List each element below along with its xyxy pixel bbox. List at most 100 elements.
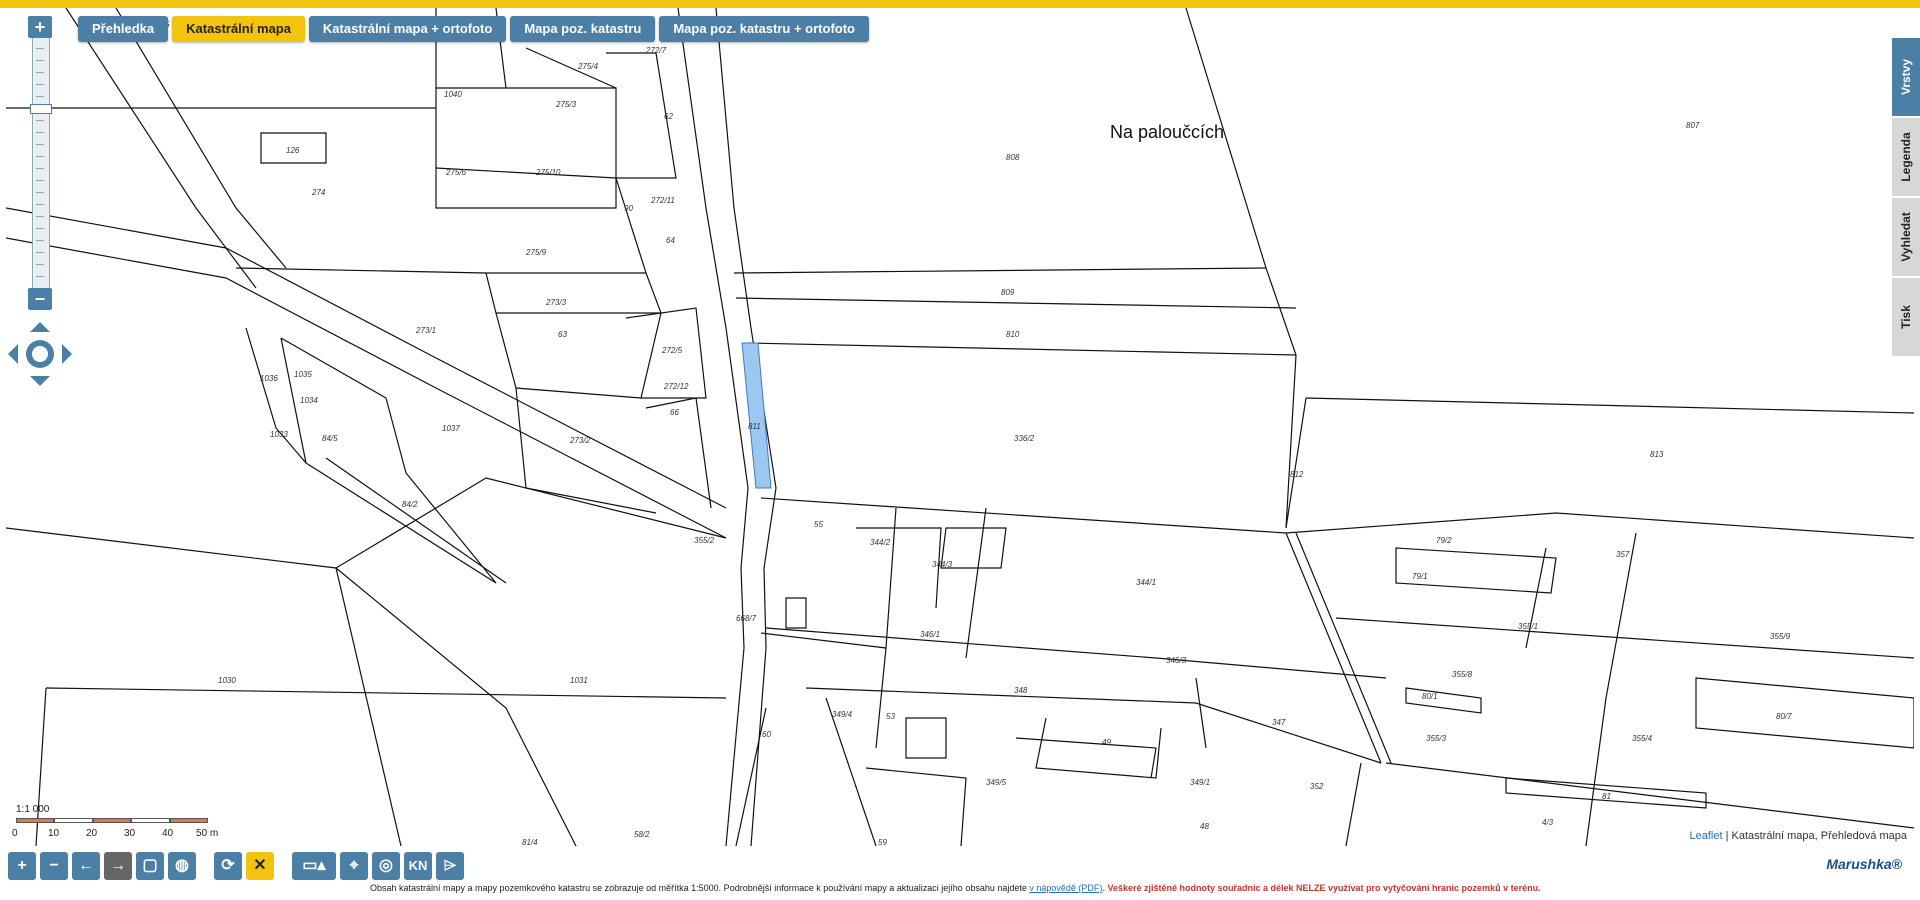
tab-print-label: Tisk bbox=[1899, 305, 1913, 329]
pan-up-icon[interactable] bbox=[30, 322, 50, 332]
parcel-label: 63 bbox=[558, 330, 567, 339]
leaflet-link[interactable]: Leaflet bbox=[1690, 830, 1723, 842]
parcel-label: 273/2 bbox=[570, 436, 591, 445]
tab-search-label: Vyhledat bbox=[1899, 212, 1913, 262]
zoom-in-button[interactable]: + bbox=[28, 16, 52, 38]
tab-cadastral-map[interactable]: Katastrální mapa bbox=[172, 16, 305, 42]
parcel-label: 272/5 bbox=[662, 346, 683, 355]
parcel-label: 668/7 bbox=[736, 614, 757, 623]
parcel-label: 1030 bbox=[218, 676, 236, 685]
tab-legend[interactable]: Legenda bbox=[1892, 118, 1920, 198]
parcel-label: 48 bbox=[1200, 822, 1209, 831]
parcel-label: 336/2 bbox=[1014, 434, 1035, 443]
scale-tick: 10 bbox=[48, 828, 60, 839]
parcel-label: 344/1 bbox=[1136, 578, 1157, 587]
scale-tick: 0 bbox=[12, 828, 18, 839]
pan-right-icon[interactable] bbox=[62, 344, 72, 364]
parcel-label: 275/10 bbox=[536, 168, 561, 177]
tab-layers[interactable]: Vrstvy bbox=[1892, 38, 1920, 118]
parcel-label: 812 bbox=[1290, 470, 1304, 479]
parcel-label: 355/2 bbox=[694, 536, 715, 545]
tab-land-cadastre-map[interactable]: Mapa poz. katastru bbox=[510, 16, 656, 42]
zoom-out-button[interactable]: − bbox=[28, 288, 52, 310]
parcel-label: 60 bbox=[762, 730, 771, 739]
parcel-label: 49 bbox=[1102, 738, 1111, 747]
parcel-label: 1036 bbox=[260, 374, 278, 383]
parcel-label: 81/4 bbox=[522, 838, 538, 846]
zoom-control: + − bbox=[28, 16, 52, 312]
parcel-label: 80/1 bbox=[1422, 692, 1438, 701]
parcel-label: 55 bbox=[814, 520, 823, 529]
parcel-label: 344/2 bbox=[870, 538, 891, 547]
parcel-label: 273/1 bbox=[416, 326, 437, 335]
parcel-label: 272/7 bbox=[646, 46, 667, 55]
parcel-label: 275/4 bbox=[578, 62, 599, 71]
help-pdf-link[interactable]: v nápovědě (PDF) bbox=[1029, 883, 1102, 893]
parcel-label: 272/11 bbox=[651, 196, 675, 205]
side-panel-tabs: Vrstvy Legenda Vyhledat Tisk bbox=[1892, 38, 1920, 358]
zoom-in-tool-icon[interactable]: + bbox=[8, 852, 36, 880]
parcel-label: 58/2 bbox=[634, 830, 650, 839]
zoom-out-tool-icon[interactable]: − bbox=[40, 852, 68, 880]
zoom-slider-handle[interactable] bbox=[30, 104, 52, 114]
parcel-label: 1033 bbox=[270, 430, 288, 439]
footer-notice: Obsah katastrální mapy a mapy pozemkovéh… bbox=[370, 883, 1541, 893]
map-attribution: Leaflet | Katastrální mapa, Přehledová m… bbox=[1686, 830, 1910, 842]
pan-left-icon[interactable] bbox=[8, 344, 18, 364]
measure-ruler-icon[interactable]: ▭▴ bbox=[292, 852, 336, 880]
parcel-label: 349/5 bbox=[986, 778, 1007, 787]
parcel-label: 275/6 bbox=[446, 168, 467, 177]
parcel-label: 62 bbox=[664, 112, 673, 121]
tab-print[interactable]: Tisk bbox=[1892, 278, 1920, 358]
zoom-rectangle-icon[interactable]: ▢ bbox=[136, 852, 164, 880]
tab-search[interactable]: Vyhledat bbox=[1892, 198, 1920, 278]
scale-tick: 50 m bbox=[196, 828, 219, 839]
parcel-label: 355/9 bbox=[1770, 632, 1791, 641]
parcel-label: 84/5 bbox=[322, 434, 338, 443]
parcel-label: 274 bbox=[312, 188, 326, 197]
cadastral-map[interactable]: 275 1040 275/4 272/7 275/3 62 126 274 27… bbox=[6, 8, 1914, 846]
parcel-label: 357 bbox=[1616, 550, 1630, 559]
place-name: Na paloučcích bbox=[1110, 122, 1225, 142]
zoom-slider-track[interactable] bbox=[30, 38, 52, 288]
parcel-label: 355/8 bbox=[1452, 670, 1473, 679]
info-tag-icon[interactable]: ⌲ bbox=[436, 852, 464, 880]
forward-arrow-icon[interactable]: → bbox=[104, 852, 132, 880]
footer-text: Obsah katastrální mapy a mapy pozemkovéh… bbox=[370, 883, 1027, 893]
globe-icon[interactable]: ◍ bbox=[168, 852, 196, 880]
tab-land-cadastre-orthophoto[interactable]: Mapa poz. katastru + ortofoto bbox=[659, 16, 869, 42]
pan-down-icon[interactable] bbox=[30, 376, 50, 386]
scale-tick: 20 bbox=[86, 828, 98, 839]
refresh-icon[interactable]: ⟳ bbox=[214, 852, 242, 880]
tab-layers-label: Vrstvy bbox=[1899, 58, 1913, 96]
map-toolbar: + − ← → ▢ ◍ ⟳ ✕ ▭▴ ⌖ ◎ KN ⌲ bbox=[8, 852, 464, 880]
parcel-label: 1037 bbox=[442, 424, 460, 433]
parcel-label: 347 bbox=[1272, 718, 1286, 727]
back-arrow-icon[interactable]: ← bbox=[72, 852, 100, 880]
parcel-label: 81 bbox=[1602, 792, 1611, 801]
parcel-label: 64 bbox=[666, 236, 675, 245]
parcel-label: 352 bbox=[1310, 782, 1324, 791]
pan-control[interactable] bbox=[6, 320, 74, 388]
close-icon[interactable]: ✕ bbox=[246, 852, 274, 880]
parcel-label: 79/2 bbox=[1436, 536, 1452, 545]
parcel-label: 810 bbox=[1006, 330, 1020, 339]
parcel-label: 53 bbox=[886, 712, 895, 721]
target-crosshair-icon[interactable]: ◎ bbox=[372, 852, 400, 880]
parcel-label: 813 bbox=[1650, 450, 1664, 459]
parcel-label: 4/3 bbox=[1542, 818, 1554, 827]
map-type-tabs: Přehledka Katastrální mapa Katastrální m… bbox=[78, 16, 869, 42]
parcel-label: 1034 bbox=[300, 396, 318, 405]
tab-overview[interactable]: Přehledka bbox=[78, 16, 169, 42]
kn-button[interactable]: KN bbox=[404, 852, 432, 880]
parcel-label: 273/3 bbox=[546, 298, 567, 307]
parcel-label: 346/1 bbox=[920, 630, 941, 639]
tab-cadastral-orthophoto[interactable]: Katastrální mapa + ortofoto bbox=[308, 16, 507, 42]
parcel-label: 84/2 bbox=[402, 500, 418, 509]
location-pin-icon[interactable]: ⌖ bbox=[340, 852, 368, 880]
parcel-label: 355/4 bbox=[1632, 734, 1653, 743]
tab-legend-label: Legenda bbox=[1899, 132, 1913, 182]
footer-warning: . Veškeré zjištěné hodnoty souřadnic a d… bbox=[1102, 883, 1541, 893]
parcel-label: 1031 bbox=[570, 676, 588, 685]
parcel-label: 59 bbox=[878, 838, 887, 846]
